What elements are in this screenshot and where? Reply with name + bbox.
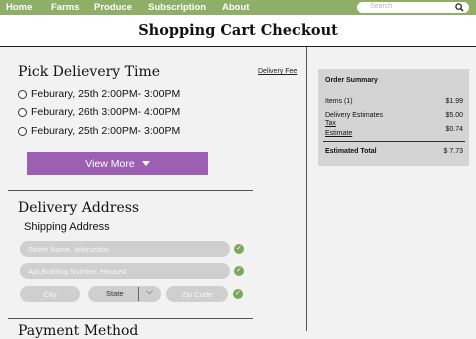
search-icon[interactable] (455, 3, 464, 14)
delivery-estimate-value: $5.00 (445, 112, 463, 119)
items-label: Items (1) (325, 98, 353, 105)
column-divider (306, 47, 307, 331)
time-option[interactable]: Feburary, 25th 2:00PM- 3:00PM (18, 88, 180, 100)
payment-method-title: Payment Method (18, 323, 139, 339)
time-option[interactable]: Feburary, 26th 3:00PM- 4:00PM (18, 106, 180, 118)
delivery-estimate-label: Delivery Estimates (325, 112, 383, 119)
apt-placeholder: Apt,Building Number, House# (28, 266, 127, 276)
check-icon: ✓ (233, 289, 243, 299)
radio-button[interactable] (18, 126, 27, 136)
select-separator (138, 287, 139, 301)
nav-farms[interactable]: Farms (51, 2, 80, 13)
page-header: Shopping Cart Checkout (0, 15, 476, 47)
order-summary-panel: Order Summary Items (1) $1.99 Delivery E… (318, 69, 469, 166)
apt-field[interactable]: Apt,Building Number, House# (20, 263, 230, 279)
radio-button[interactable] (18, 107, 27, 117)
order-summary-title: Order Summary (325, 77, 378, 84)
city-field[interactable]: City (20, 286, 80, 302)
estimate-link[interactable]: Estimate (325, 130, 352, 137)
state-select[interactable]: State ⌵ (88, 286, 161, 302)
search-placeholder: Search (370, 3, 393, 10)
view-more-label: View More (85, 157, 135, 170)
top-nav: Home Farms Produce Subscription About Se… (0, 0, 476, 15)
zip-field[interactable]: Zip Code (166, 286, 228, 302)
street-field[interactable]: Street Name, Intersetion (20, 241, 230, 257)
time-option[interactable]: Feburary, 25th 2:00PM- 3:00PM (18, 125, 180, 137)
nav-produce[interactable]: Produce (94, 2, 132, 13)
delivery-fee-link[interactable]: Delivery Fee (258, 68, 297, 75)
total-label: Estimated Total (325, 148, 377, 155)
summary-divider (323, 141, 465, 142)
time-option-label: Feburary, 25th 2:00PM- 3:00PM (31, 88, 181, 100)
state-label: State (106, 289, 124, 298)
items-value: $1.99 (445, 98, 463, 105)
nav-home[interactable]: Home (6, 2, 32, 13)
street-placeholder: Street Name, Intersetion (28, 244, 110, 254)
tax-link[interactable]: Tax (325, 120, 336, 127)
chevron-down-icon (141, 161, 150, 166)
time-option-label: Feburary, 25th 2:00PM- 3:00PM (31, 125, 181, 137)
tax-value: $0.74 (445, 126, 463, 133)
delivery-time-title: Pick Delievery Time (18, 64, 161, 80)
page-title: Shopping Cart Checkout (138, 22, 338, 39)
search-input[interactable]: Search (357, 2, 469, 13)
view-more-button[interactable]: View More (27, 152, 208, 175)
zip-placeholder: Zip Code (181, 289, 213, 299)
shipping-address-label: Shipping Address (24, 221, 110, 233)
section-divider (8, 318, 253, 319)
check-icon: ✓ (234, 266, 244, 276)
total-value: $ 7.73 (443, 148, 463, 155)
nav-subscription[interactable]: Subscription (148, 2, 206, 13)
city-placeholder: City (43, 289, 57, 299)
delivery-address-title: Delivery Address (18, 200, 140, 216)
time-option-label: Feburary, 26th 3:00PM- 4:00PM (31, 106, 181, 118)
chevron-down-icon: ⌵ (146, 286, 153, 296)
section-divider (8, 190, 253, 191)
check-icon: ✓ (234, 244, 244, 254)
radio-button[interactable] (18, 89, 27, 99)
nav-about[interactable]: About (222, 2, 249, 13)
